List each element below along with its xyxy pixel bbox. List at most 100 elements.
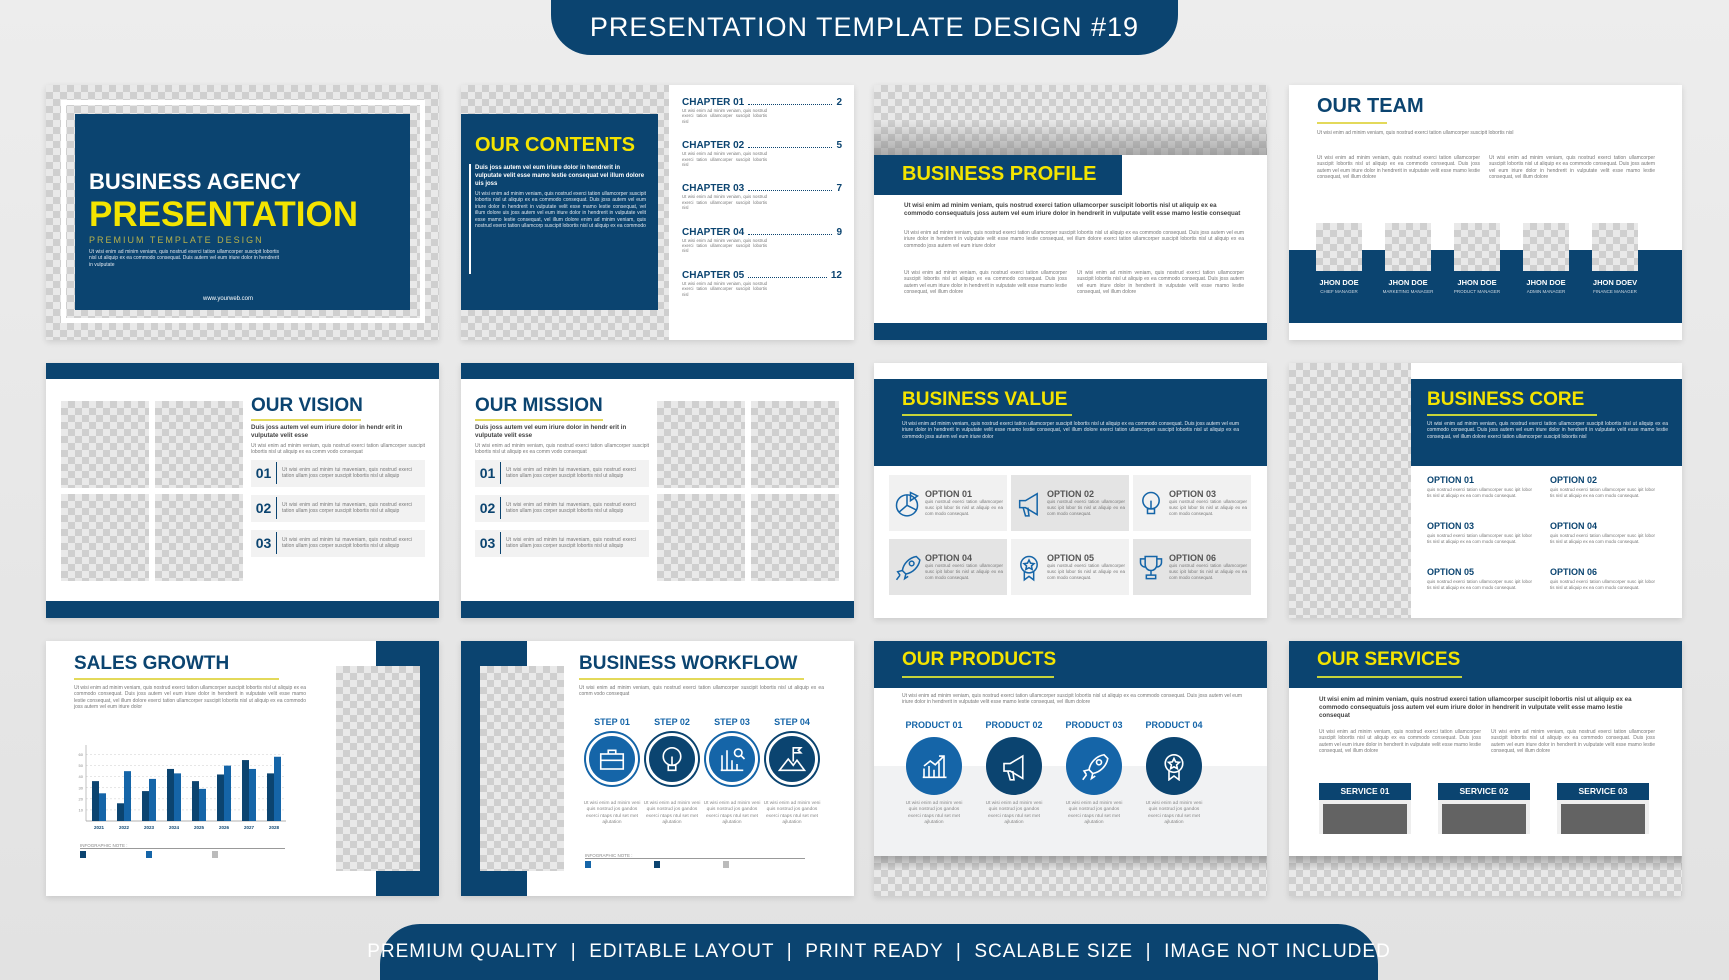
service-card[interactable]: SERVICE 02 bbox=[1438, 783, 1530, 834]
services-col1: Ut wisi enim ad minim veniam, quis nostr… bbox=[1319, 729, 1481, 755]
image-placeholder bbox=[155, 494, 243, 581]
option-text: quis nostrud exerci tation ullamcorper s… bbox=[1427, 487, 1532, 498]
x-tick-label: 2022 bbox=[119, 825, 130, 830]
slide-our-products[interactable]: OUR PRODUCTS Ut wisi enim ad minim venia… bbox=[874, 641, 1267, 896]
profile-col1: Ut wisi enim ad minim veniam, quis nostr… bbox=[904, 270, 1067, 296]
chapter-text: Ut wisi enim ad minim veniam, quis nostr… bbox=[682, 108, 767, 124]
slide-our-services[interactable]: OUR SERVICES Ut wisi enim ad minim venia… bbox=[1289, 641, 1682, 896]
numbered-point: 03 Ut wisi enim ad minim tui maveniam, qu… bbox=[251, 529, 425, 557]
step-text: Ut wisi enim ad minim veni quis nostrud … bbox=[583, 801, 641, 825]
cover-website[interactable]: www.yourweb.com bbox=[203, 296, 253, 302]
footer-banner: PREMIUM QUALITY | EDITABLE LAYOUT | PRIN… bbox=[367, 924, 1390, 980]
chapter-item[interactable]: CHAPTER 05 12 Ut wisi enim ad minim veniam… bbox=[682, 270, 842, 297]
mission-text: Ut wisi enim ad minim veniam, quis nostr… bbox=[475, 443, 649, 456]
point-number: 03 bbox=[475, 532, 501, 555]
workflow-note: INFOGRAPHIC NOTE : bbox=[585, 853, 805, 859]
step-text: Ut wisi enim ad minim veni quis nostrud … bbox=[643, 801, 701, 825]
chapter-text: Ut wisi enim ad minim veniam, quis nostr… bbox=[682, 194, 767, 211]
chapter-label: CHAPTER 04 bbox=[682, 226, 745, 238]
megaphone-icon bbox=[1018, 492, 1038, 517]
chapter-page: 5 bbox=[836, 140, 842, 152]
value-option[interactable]: OPTION 06 quis nostrud exerci tation ulla… bbox=[1133, 539, 1251, 595]
step-text: Ut wisi enim ad minim veni quis nostrud … bbox=[703, 801, 761, 825]
medal-icon bbox=[1164, 753, 1184, 781]
chapter-item[interactable]: CHAPTER 04 9 Ut wisi enim ad minim veniam,… bbox=[682, 227, 842, 254]
y-tick-label: 30 bbox=[79, 785, 84, 790]
core-option[interactable]: OPTION 04 quis nostrud exerci tation ulla… bbox=[1550, 521, 1655, 545]
numbered-point: 01 Ut wisi enim ad minim tui maveniam, qu… bbox=[251, 459, 425, 487]
member-photo bbox=[1454, 223, 1500, 271]
slide-our-vision[interactable]: OUR VISION Duis joss autem vel eum iriur… bbox=[46, 363, 439, 618]
team-member: JHON DOE CHIEF MANAGER bbox=[1304, 278, 1374, 294]
bar bbox=[99, 793, 106, 821]
point-number: 01 bbox=[251, 462, 277, 485]
chapter-page: 7 bbox=[836, 183, 842, 195]
services-bold: Ut wisi enim ad minim veniam, quis nostr… bbox=[1319, 696, 1632, 719]
value-option[interactable]: OPTION 04 quis nostrud exerci tation ulla… bbox=[889, 539, 1007, 595]
chapter-label: CHAPTER 02 bbox=[682, 140, 745, 152]
core-option[interactable]: OPTION 02 quis nostrud exerci tation ulla… bbox=[1550, 475, 1655, 499]
cover-subtitle: PREMIUM TEMPLATE DESIGN bbox=[89, 235, 264, 245]
chapter-item[interactable]: CHAPTER 01 2 Ut wisi enim ad minim veniam,… bbox=[682, 97, 842, 124]
products-text: Ut wisi enim ad minim veniam, quis nostr… bbox=[902, 693, 1242, 706]
slide-business-value[interactable]: BUSINESS VALUE Ut wisi enim ad minim ven… bbox=[874, 363, 1267, 618]
bar bbox=[242, 760, 249, 821]
option-label: OPTION 06 bbox=[1550, 567, 1598, 577]
point-number: 01 bbox=[475, 462, 501, 485]
point-text: Ut wisi enim ad minim tui maveniam, quis… bbox=[506, 466, 636, 480]
slide-our-mission[interactable]: OUR MISSION Duis joss autem vel eum iriu… bbox=[461, 363, 854, 618]
point-text: Ut wisi enim ad minim tui maveniam, quis… bbox=[282, 501, 412, 515]
service-label: SERVICE 02 bbox=[1438, 783, 1530, 800]
x-tick-label: 2026 bbox=[219, 825, 230, 830]
team-title: OUR TEAM bbox=[1317, 95, 1424, 117]
slide-business-workflow[interactable]: BUSINESS WORKFLOW Ut wisi enim ad minim … bbox=[461, 641, 854, 896]
value-option[interactable]: OPTION 05 quis nostrud exerci tation ulla… bbox=[1011, 539, 1129, 595]
header-banner: PRESENTATION TEMPLATE DESIGN #19 bbox=[551, 0, 1178, 55]
value-option[interactable]: OPTION 01 quis nostrud exerci tation ulla… bbox=[889, 475, 1007, 531]
chapter-page: 12 bbox=[830, 269, 842, 281]
value-option[interactable]: OPTION 03 quis nostrud exerci tation ulla… bbox=[1133, 475, 1251, 531]
bar bbox=[142, 791, 149, 821]
service-card[interactable]: SERVICE 03 bbox=[1557, 783, 1649, 834]
pie-chart-icon bbox=[895, 491, 920, 517]
option-text: quis nostrud exerci tation ullamcorper s… bbox=[1169, 563, 1247, 580]
bar bbox=[167, 768, 174, 821]
chapter-page: 9 bbox=[836, 226, 842, 238]
chart-legend bbox=[80, 851, 218, 858]
slide-sales-growth[interactable]: SALES GROWTH Ut wisi enim ad minim venia… bbox=[46, 641, 439, 896]
core-option[interactable]: OPTION 01 quis nostrud exerci tation ulla… bbox=[1427, 475, 1532, 499]
products-title: OUR PRODUCTS bbox=[902, 649, 1057, 670]
slide-cover[interactable]: BUSINESS AGENCY PRESENTATION PREMIUM TEM… bbox=[46, 85, 439, 340]
service-label: SERVICE 01 bbox=[1319, 783, 1411, 800]
product-circle bbox=[906, 737, 962, 795]
core-option[interactable]: OPTION 06 quis nostrud exerci tation ulla… bbox=[1550, 567, 1655, 591]
lightbulb-icon bbox=[1142, 491, 1160, 515]
option-label: OPTION 04 bbox=[925, 553, 973, 563]
step-label: STEP 01 bbox=[594, 717, 630, 727]
product-text: Ut wisi enim ad minim veni quis nostrud … bbox=[985, 801, 1043, 825]
chapter-item[interactable]: CHAPTER 02 5 Ut wisi enim ad minim veniam,… bbox=[682, 140, 842, 167]
cover-text: Ut wisi enim ad minim veniam, quis nostr… bbox=[89, 249, 279, 268]
legend-swatch bbox=[80, 851, 86, 858]
option-label: OPTION 02 bbox=[1550, 475, 1598, 485]
service-card[interactable]: SERVICE 01 bbox=[1319, 783, 1411, 834]
chapter-item[interactable]: CHAPTER 03 7 Ut wisi enim ad minim veniam,… bbox=[682, 183, 842, 210]
workflow-title: BUSINESS WORKFLOW bbox=[579, 653, 798, 674]
member-role: FINANCE MANAGER bbox=[1593, 289, 1637, 294]
y-tick-label: 40 bbox=[79, 774, 84, 779]
product-label: PRODUCT 01 bbox=[905, 720, 963, 730]
value-option[interactable]: OPTION 02 quis nostrud exerci tation ulla… bbox=[1011, 475, 1129, 531]
slide-business-profile[interactable]: BUSINESS PROFILE Ut wisi enim ad minim v… bbox=[874, 85, 1267, 340]
legend-swatch bbox=[146, 851, 152, 858]
core-option[interactable]: OPTION 05 quis nostrud exerci tation ulla… bbox=[1427, 567, 1532, 591]
slide-contents[interactable]: OUR CONTENTS Duis joss autem vel eum iri… bbox=[461, 85, 854, 340]
image-placeholder bbox=[1561, 804, 1645, 834]
slide-business-core[interactable]: BUSINESS CORE Ut wisi enim ad minim veni… bbox=[1289, 363, 1682, 618]
image-placeholder bbox=[155, 401, 243, 488]
core-option[interactable]: OPTION 03 quis nostrud exerci tation ulla… bbox=[1427, 521, 1532, 545]
slide-our-team[interactable]: OUR TEAM Ut wisi enim ad minim veniam, q… bbox=[1289, 85, 1682, 340]
option-text: quis nostrud exerci tation ullamcorper s… bbox=[925, 563, 1003, 580]
numbered-point: 02 Ut wisi enim ad minim tui maveniam, qu… bbox=[475, 494, 649, 522]
core-title: BUSINESS CORE bbox=[1427, 389, 1585, 410]
image-placeholder bbox=[657, 494, 745, 581]
